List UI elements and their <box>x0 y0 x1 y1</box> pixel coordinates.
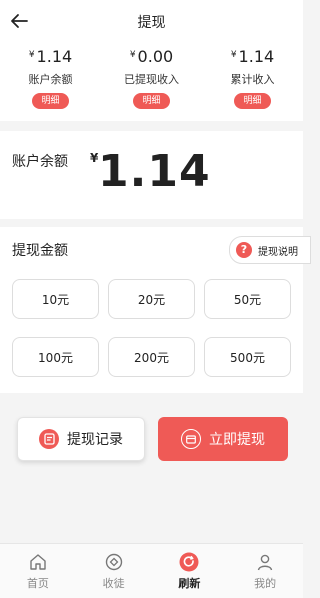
disciple-icon <box>105 553 122 571</box>
withdraw-record-button[interactable]: 提现记录 <box>17 417 145 461</box>
stat-amount: ¥1.14 <box>202 48 303 66</box>
tab-profile[interactable]: 我的 <box>227 544 303 598</box>
withdraw-heading: 提现金额 <box>12 243 68 259</box>
amount-option[interactable]: 200元 <box>108 337 195 377</box>
tab-label: 收徒 <box>102 577 125 590</box>
detail-button[interactable]: 明细 <box>133 93 170 109</box>
currency-symbol: ¥ <box>129 50 136 60</box>
amount-option[interactable]: 20元 <box>108 279 195 319</box>
stat-amount: ¥1.14 <box>0 48 101 66</box>
stat-amount: ¥0.00 <box>101 48 202 66</box>
bottom-tab-bar: 首页 收徒 刷新 我的 <box>0 543 303 598</box>
balance-card: 账户余额 ¥ 1.14 <box>0 131 303 219</box>
amount-value: 1.14 <box>238 47 275 66</box>
detail-button[interactable]: 明细 <box>234 93 271 109</box>
withdraw-panel: 提现金额 ? 提现说明 10元 20元 50元 100元 200元 500元 <box>0 227 311 393</box>
amount-option[interactable]: 500元 <box>204 337 291 377</box>
stats-row: ¥1.14 账户余额 明细 ¥0.00 已提现收入 明细 ¥1.14 累计收入 … <box>0 48 303 109</box>
amount-options: 10元 20元 50元 100元 200元 500元 <box>12 279 291 377</box>
tab-refresh[interactable]: 刷新 <box>152 544 228 598</box>
amount-option[interactable]: 50元 <box>204 279 291 319</box>
question-icon: ? <box>236 242 252 258</box>
tab-label: 我的 <box>254 577 277 590</box>
actions-row: 提现记录 立即提现 <box>0 417 303 463</box>
withdraw-now-label: 立即提现 <box>209 432 265 448</box>
record-icon <box>39 429 59 449</box>
amount-option[interactable]: 100元 <box>12 337 99 377</box>
tab-disciple[interactable]: 收徒 <box>76 544 152 598</box>
stat-total-income: ¥1.14 累计收入 明细 <box>202 48 303 109</box>
tab-label: 首页 <box>26 577 49 590</box>
tab-label: 刷新 <box>178 577 201 590</box>
stat-label: 已提现收入 <box>124 73 179 86</box>
stat-balance: ¥1.14 账户余额 明细 <box>0 48 101 109</box>
wallet-icon <box>181 429 201 449</box>
stat-withdrawn: ¥0.00 已提现收入 明细 <box>101 48 202 109</box>
help-label: 提现说明 <box>258 246 298 258</box>
home-icon <box>30 554 46 570</box>
balance-label: 账户余额 <box>12 154 68 170</box>
balance-amount: 1.14 <box>98 146 211 197</box>
amount-value: 1.14 <box>36 47 73 66</box>
withdraw-help-button[interactable]: ? 提现说明 <box>229 236 311 264</box>
page-title: 提现 <box>137 15 166 31</box>
profile-icon <box>257 554 273 571</box>
amount-option[interactable]: 10元 <box>12 279 99 319</box>
detail-button[interactable]: 明细 <box>32 93 69 109</box>
currency-symbol: ¥ <box>28 50 35 60</box>
header: 提现 <box>0 0 303 44</box>
stat-label: 账户余额 <box>28 73 73 86</box>
refresh-icon <box>179 552 199 572</box>
currency-symbol: ¥ <box>230 50 237 60</box>
summary-panel: 提现 ¥1.14 账户余额 明细 ¥0.00 已提现收入 明细 ¥1.14 累计… <box>0 0 303 121</box>
amount-value: 0.00 <box>137 47 174 66</box>
record-label: 提现记录 <box>67 432 123 448</box>
withdraw-now-button[interactable]: 立即提现 <box>158 417 288 461</box>
stat-label: 累计收入 <box>230 73 275 86</box>
tab-home[interactable]: 首页 <box>0 544 76 598</box>
